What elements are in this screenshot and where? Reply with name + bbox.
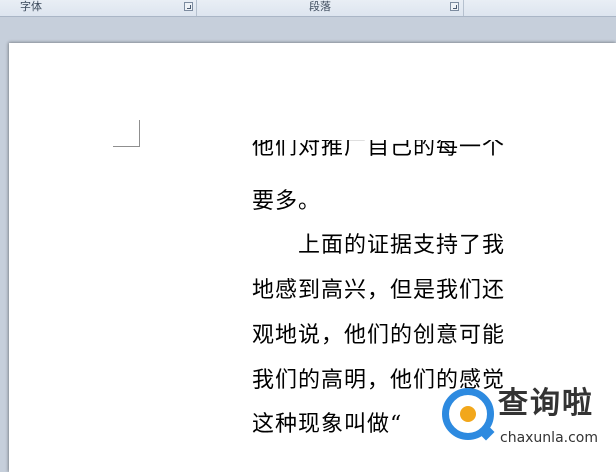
paragraph-group-label: 段落 — [309, 0, 331, 13]
font-dialog-launcher-icon[interactable] — [184, 2, 193, 11]
text-line-1: 他们对推广自己的每一个 — [252, 140, 506, 160]
text-line-3: 上面的证据支持了我 — [252, 233, 506, 258]
font-group-label: 字体 — [20, 0, 42, 13]
ribbon-group-labels: 字体 段落 — [0, 0, 616, 17]
watermark-url: chaxunla.com — [500, 430, 598, 446]
site-watermark: 查询啦 chaxunla.com — [442, 386, 616, 456]
paragraph-dialog-launcher-icon[interactable] — [450, 2, 459, 11]
font-group: 字体 — [0, 0, 197, 16]
text-line-2: 要多。 — [252, 189, 322, 214]
text-line-4: 地感到高兴，但是我们还 — [252, 278, 506, 303]
paragraph-group: 段落 — [197, 0, 464, 16]
page-margin-corner-mark — [113, 120, 140, 147]
text-line-7: 这种现象叫做“ — [252, 412, 403, 437]
text-line-5: 观地说，他们的创意可能 — [252, 323, 506, 348]
watermark-title: 查询啦 — [498, 386, 594, 421]
